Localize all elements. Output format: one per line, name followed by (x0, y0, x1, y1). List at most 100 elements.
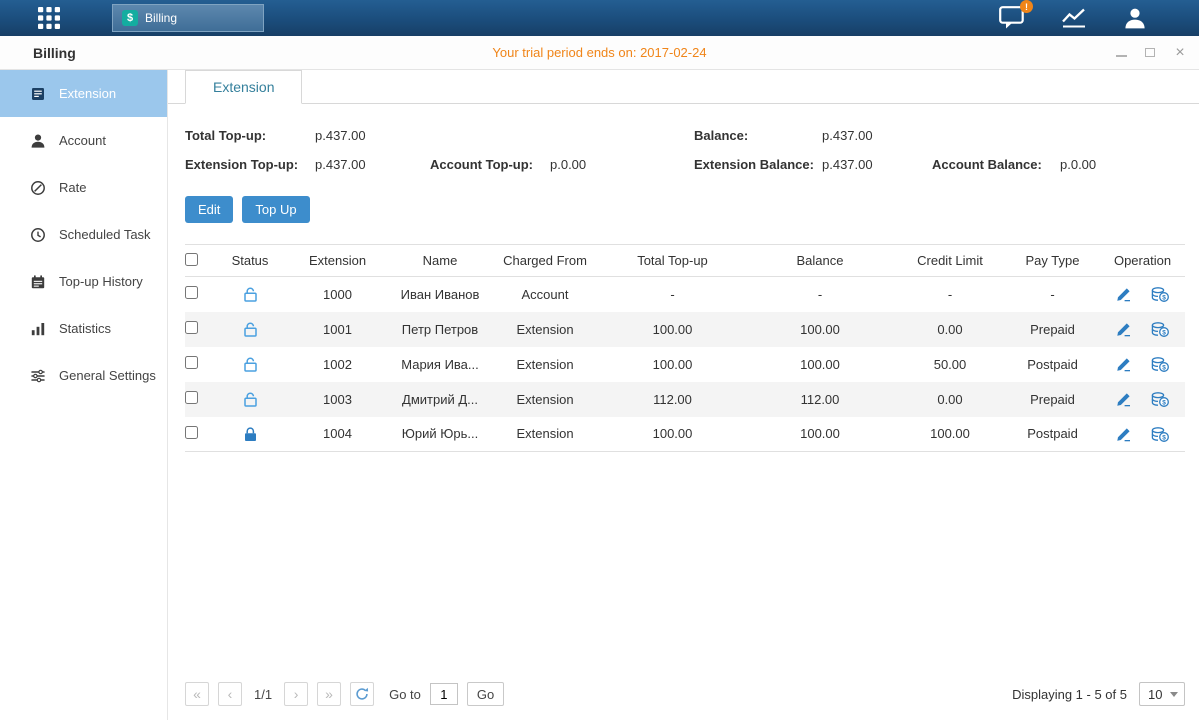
first-page-button[interactable]: « (185, 682, 209, 706)
cell-name: Мария Ива... (390, 347, 490, 382)
row-checkbox[interactable] (185, 356, 198, 369)
cell-total-topup: - (600, 277, 745, 312)
cell-pay-type: - (1005, 277, 1100, 312)
sidebar-item-label: Scheduled Task (59, 227, 151, 242)
sidebar-item-scheduled-task[interactable]: Scheduled Task (0, 211, 167, 258)
col-charged-from: Charged From (490, 245, 600, 277)
sidebar-item-account[interactable]: Account (0, 117, 167, 164)
messages-icon[interactable]: ! (999, 6, 1025, 30)
row-checkbox[interactable] (185, 391, 198, 404)
main-panel: Extension Total Top-up: p.437.00 Balance… (168, 70, 1199, 720)
topup-icon[interactable] (1151, 287, 1169, 302)
topup-icon[interactable] (1151, 357, 1169, 372)
billing-app-tab[interactable]: $ Billing (112, 4, 264, 32)
topup-icon[interactable] (1151, 427, 1169, 442)
col-balance: Balance (745, 245, 895, 277)
edit-button[interactable]: Edit (185, 196, 233, 223)
bar-chart-icon (30, 321, 46, 337)
edit-icon[interactable] (1116, 392, 1131, 407)
page-size-select[interactable]: 10 (1139, 682, 1185, 706)
billing-dollar-icon: $ (122, 10, 138, 26)
cell-balance: 100.00 (745, 347, 895, 382)
statistics-chart-icon[interactable] (1061, 7, 1087, 29)
extension-balance-value: p.437.00 (822, 157, 932, 172)
col-name: Name (390, 245, 490, 277)
trial-notice: Your trial period ends on: 2017-02-24 (0, 45, 1199, 60)
maximize-icon[interactable] (1145, 48, 1155, 57)
cell-credit-limit: 100.00 (895, 417, 1005, 452)
window-title-label: Billing (33, 45, 76, 61)
top-up-button[interactable]: Top Up (242, 196, 309, 223)
sidebar-item-general-settings[interactable]: General Settings (0, 352, 167, 399)
edit-icon[interactable] (1116, 357, 1131, 372)
sidebar-item-label: Statistics (59, 321, 111, 336)
extension-balance-label: Extension Balance: (694, 157, 822, 172)
sidebar-item-label: Extension (59, 86, 116, 101)
table-row: 1004 Юрий Юрь... Extension 100.00 100.00… (185, 417, 1185, 452)
sidebar-item-label: Account (59, 133, 106, 148)
status-locked-icon (244, 427, 257, 442)
edit-icon[interactable] (1116, 287, 1131, 302)
cell-credit-limit: 50.00 (895, 347, 1005, 382)
displaying-text: Displaying 1 - 5 of 5 (1012, 687, 1127, 702)
cell-total-topup: 100.00 (600, 312, 745, 347)
go-button[interactable]: Go (467, 682, 504, 706)
sidebar-item-statistics[interactable]: Statistics (0, 305, 167, 352)
cell-credit-limit: - (895, 277, 1005, 312)
refresh-button[interactable] (350, 682, 374, 706)
cell-extension: 1004 (285, 417, 390, 452)
account-topup-value: p.0.00 (550, 157, 694, 172)
refresh-icon (355, 687, 369, 701)
page-indicator: 1/1 (254, 687, 272, 702)
edit-icon[interactable] (1116, 427, 1131, 442)
status-unlocked-icon (244, 322, 257, 337)
sidebar-item-rate[interactable]: Rate (0, 164, 167, 211)
user-account-icon[interactable] (1123, 7, 1147, 29)
table-row: 1002 Мария Ива... Extension 100.00 100.0… (185, 347, 1185, 382)
page-size-value: 10 (1148, 687, 1162, 702)
sidebar: Extension Account Rate Scheduled Task To… (0, 70, 168, 720)
calendar-icon (30, 274, 46, 290)
account-icon (30, 133, 46, 149)
col-credit-limit: Credit Limit (895, 245, 1005, 277)
balance-value: p.437.00 (822, 128, 932, 143)
close-icon[interactable]: × (1173, 46, 1187, 60)
sidebar-item-topup-history[interactable]: Top-up History (0, 258, 167, 305)
last-page-button[interactable]: » (317, 682, 341, 706)
col-operation: Operation (1100, 245, 1185, 277)
row-checkbox[interactable] (185, 321, 198, 334)
cell-pay-type: Postpaid (1005, 417, 1100, 452)
total-topup-value: p.437.00 (315, 128, 430, 143)
cell-extension: 1001 (285, 312, 390, 347)
sidebar-item-extension[interactable]: Extension (0, 70, 167, 117)
extension-topup-value: p.437.00 (315, 157, 430, 172)
cell-balance: 100.00 (745, 312, 895, 347)
topup-icon[interactable] (1151, 322, 1169, 337)
next-page-button[interactable]: › (284, 682, 308, 706)
total-topup-label: Total Top-up: (185, 128, 315, 143)
cell-name: Юрий Юрь... (390, 417, 490, 452)
row-checkbox[interactable] (185, 286, 198, 299)
edit-icon[interactable] (1116, 322, 1131, 337)
cell-extension: 1003 (285, 382, 390, 417)
goto-page-input[interactable] (430, 683, 458, 705)
prev-page-button[interactable]: ‹ (218, 682, 242, 706)
topup-icon[interactable] (1151, 392, 1169, 407)
cell-charged-from: Extension (490, 347, 600, 382)
tab-bar: Extension (168, 70, 1199, 104)
account-balance-label: Account Balance: (932, 157, 1060, 172)
cell-name: Петр Петров (390, 312, 490, 347)
billing-logo-icon (10, 44, 27, 61)
window-titlebar: Billing Your trial period ends on: 2017-… (0, 36, 1199, 70)
tab-extension[interactable]: Extension (185, 70, 302, 104)
select-all-checkbox[interactable] (185, 253, 198, 266)
row-checkbox[interactable] (185, 426, 198, 439)
extension-table: Status Extension Name Charged From Total… (185, 244, 1185, 452)
status-unlocked-icon (244, 392, 257, 407)
col-pay-type: Pay Type (1005, 245, 1100, 277)
cell-balance: 100.00 (745, 417, 895, 452)
minimize-icon[interactable] (1116, 48, 1127, 57)
chevron-down-icon (1170, 692, 1178, 697)
cell-credit-limit: 0.00 (895, 382, 1005, 417)
apps-grid-icon[interactable] (38, 7, 60, 29)
